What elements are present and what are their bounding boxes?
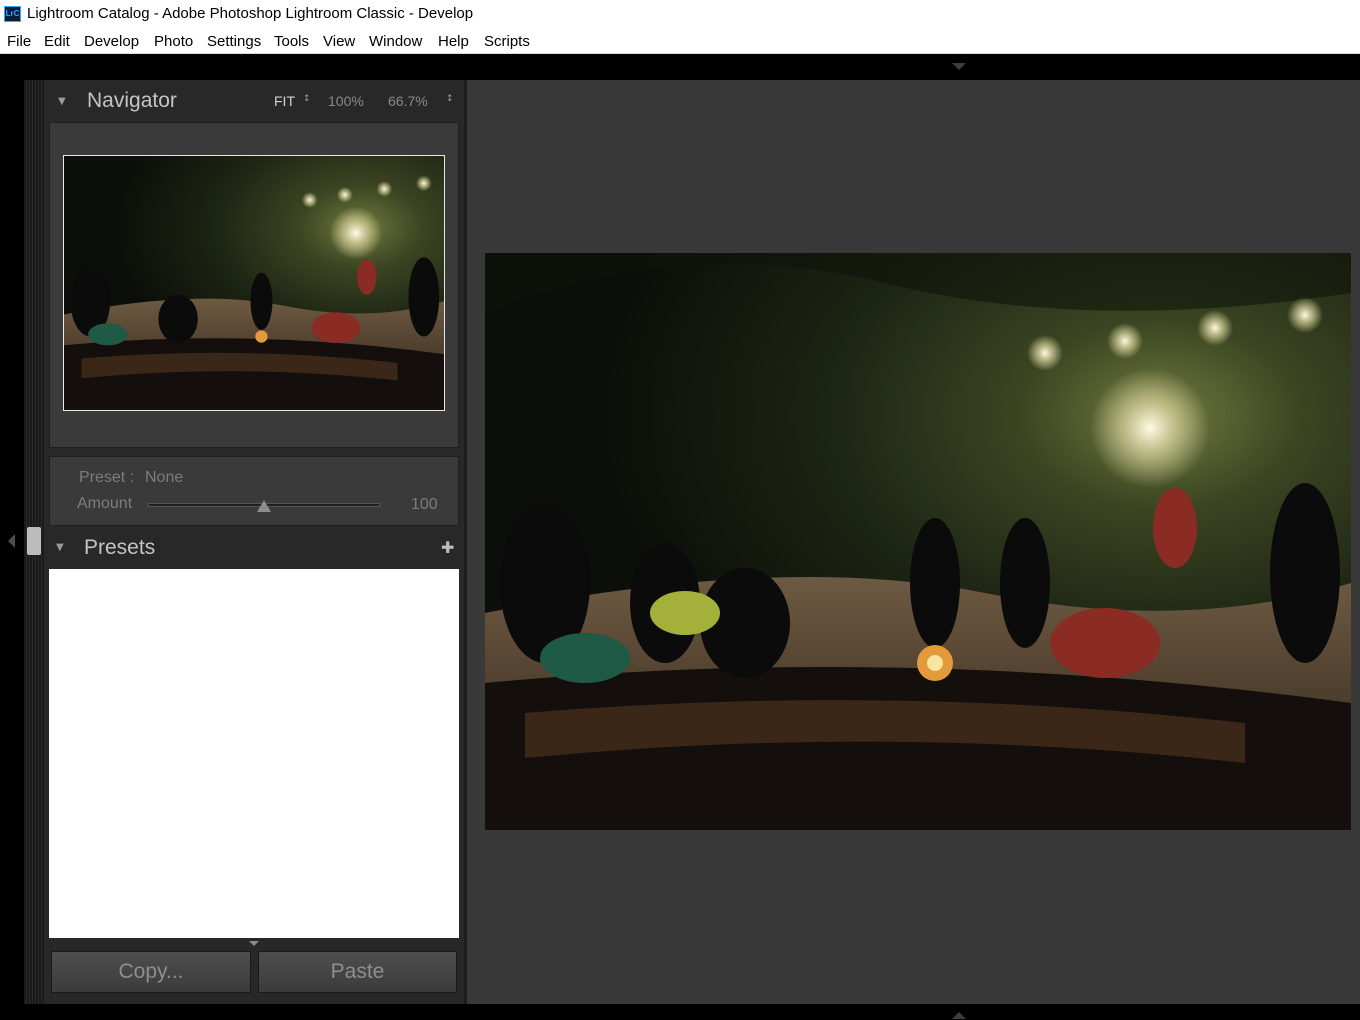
chevron-updown-icon[interactable]: ↕	[303, 94, 311, 104]
lightroom-app-icon: LrC	[4, 6, 21, 22]
left-arrow-icon[interactable]	[8, 534, 15, 548]
menu-photo[interactable]: Photo	[154, 33, 193, 50]
window-title: Lightroom Catalog - Adobe Photoshop Ligh…	[27, 5, 474, 22]
title-bar: LrC Lightroom Catalog - Adobe Photoshop …	[0, 0, 1360, 28]
menu-help[interactable]: Help	[438, 33, 469, 50]
presets-list[interactable]	[49, 569, 459, 938]
menu-bar: File Edit Develop Photo Settings Tools V…	[0, 28, 1360, 54]
menu-view[interactable]: View	[323, 33, 355, 50]
amount-value[interactable]: 100	[411, 496, 438, 514]
menu-settings[interactable]: Settings	[207, 33, 261, 50]
up-arrow-icon[interactable]	[952, 1012, 966, 1019]
plus-icon[interactable]: ✚	[441, 538, 454, 557]
top-panel-strip	[0, 54, 1360, 80]
navigator-photo	[64, 156, 444, 410]
campfire-photo	[485, 253, 1351, 830]
amount-label: Amount	[77, 495, 133, 512]
amount-slider-thumb[interactable]	[257, 500, 271, 512]
menu-scripts[interactable]: Scripts	[484, 33, 530, 50]
menu-edit[interactable]: Edit	[44, 33, 70, 50]
presets-title: Presets	[84, 536, 156, 559]
navigator-title: Navigator	[87, 89, 177, 112]
menu-tools[interactable]: Tools	[274, 33, 309, 50]
zoom-custom[interactable]: 66.7%	[388, 93, 428, 109]
panel-end-marker-icon	[249, 941, 259, 946]
copy-button[interactable]: Copy...	[51, 951, 251, 993]
zoom-100[interactable]: 100%	[328, 93, 364, 109]
preset-amount-panel	[49, 456, 459, 526]
preset-value: None	[145, 469, 184, 486]
menu-develop[interactable]: Develop	[84, 33, 139, 50]
preset-label: Preset :	[79, 469, 135, 486]
main-photo[interactable]	[485, 253, 1351, 830]
panel-scrollbar-thumb[interactable]	[27, 527, 41, 555]
navigator-thumbnail[interactable]	[63, 155, 445, 411]
zoom-fit[interactable]: FIT	[274, 93, 295, 109]
paste-button[interactable]: Paste	[258, 951, 457, 993]
down-arrow-icon[interactable]	[952, 63, 966, 70]
chevron-updown-icon[interactable]: ↕	[446, 94, 454, 104]
disclosure-triangle-icon[interactable]: ▼	[56, 542, 64, 553]
bottom-panel-strip	[0, 1004, 1360, 1020]
menu-file[interactable]: File	[7, 33, 31, 50]
disclosure-triangle-icon[interactable]: ▼	[58, 96, 66, 107]
menu-window[interactable]: Window	[369, 33, 422, 50]
